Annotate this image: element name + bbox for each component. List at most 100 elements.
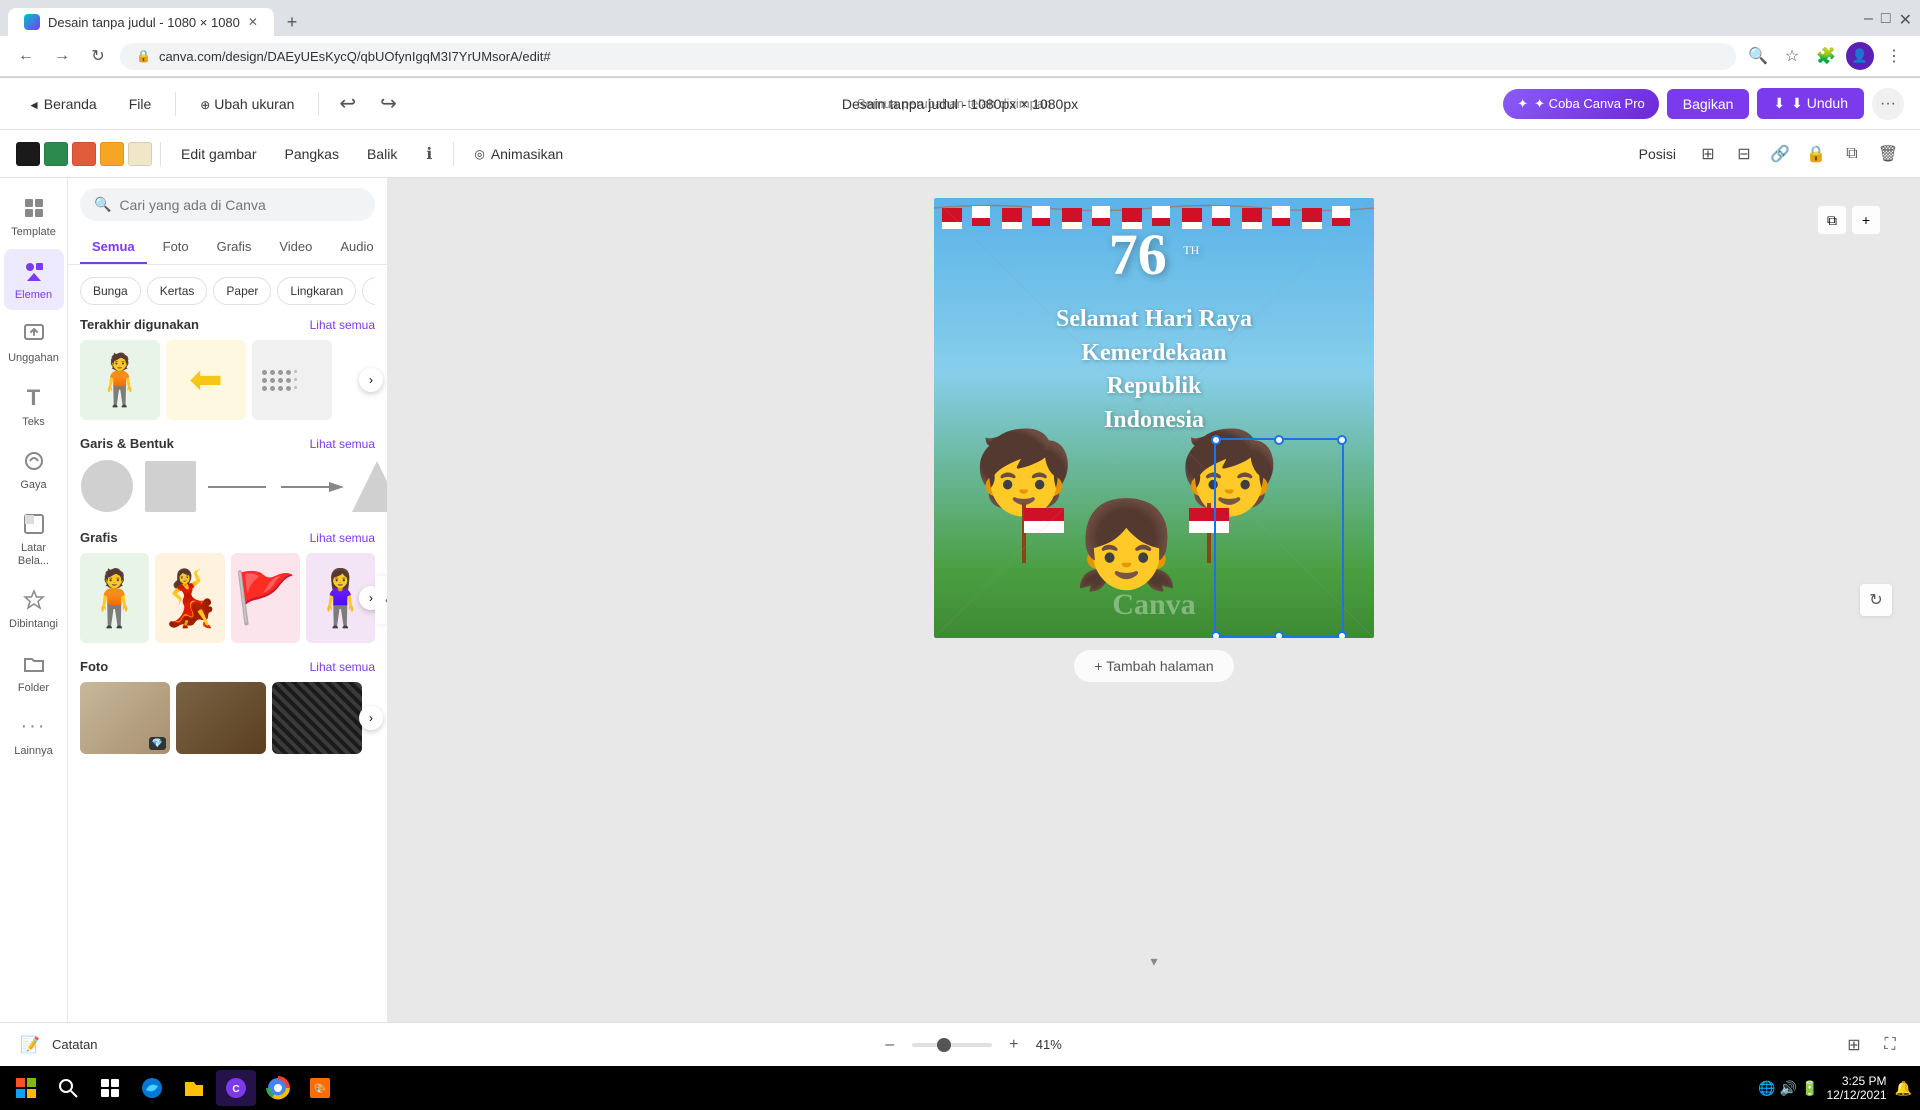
taskbar-edge-icon[interactable] bbox=[132, 1070, 172, 1106]
catatan-label[interactable]: Catatan bbox=[52, 1037, 98, 1052]
active-tab[interactable]: Desain tanpa judul - 1080 × 1080 ✕ bbox=[8, 8, 274, 36]
more-options-button[interactable]: ··· bbox=[1872, 88, 1904, 120]
unduh-button[interactable]: ⬇ ⬇ Unduh bbox=[1757, 88, 1864, 119]
shape-line[interactable] bbox=[206, 477, 271, 497]
posisi-button[interactable]: Posisi bbox=[1627, 140, 1688, 168]
foto-item-2[interactable] bbox=[176, 682, 266, 754]
search-nav-icon[interactable]: 🔍 bbox=[1744, 42, 1772, 70]
panel-collapse-button[interactable]: ‹ bbox=[375, 576, 388, 624]
edit-gambar-button[interactable]: Edit gambar bbox=[169, 140, 268, 168]
fullscreen-button[interactable]: ⛶ bbox=[1876, 1031, 1904, 1059]
color-swatch-orange[interactable] bbox=[72, 142, 96, 166]
shape-circle[interactable] bbox=[80, 459, 135, 514]
right-rotate-icon[interactable]: ↻ bbox=[1860, 584, 1892, 616]
tab-foto[interactable]: Foto bbox=[151, 231, 201, 264]
recent-item-2[interactable]: ⬅ bbox=[166, 340, 246, 420]
tab-grafis[interactable]: Grafis bbox=[205, 231, 264, 264]
coba-pro-button[interactable]: ✦ ✦ Coba Canva Pro bbox=[1503, 89, 1659, 119]
align-button[interactable]: ⊞ bbox=[1692, 138, 1724, 170]
foto-link[interactable]: Lihat semua bbox=[310, 660, 375, 674]
animasikan-button[interactable]: ◎ Animasikan bbox=[462, 140, 575, 168]
chip-kertas[interactable]: Kertas bbox=[147, 277, 208, 305]
minimize-button[interactable]: – bbox=[1864, 10, 1873, 30]
grid-button[interactable]: ⊟ bbox=[1728, 138, 1760, 170]
new-tab-button[interactable]: + bbox=[278, 8, 306, 36]
copy-button[interactable]: ⧉ bbox=[1836, 138, 1868, 170]
sidebar-item-lainnya[interactable]: ··· Lainnya bbox=[4, 705, 64, 766]
shape-triangle[interactable] bbox=[352, 459, 387, 514]
chip-lingkaran[interactable]: Lingkaran bbox=[277, 277, 356, 305]
taskbar-time[interactable]: 3:25 PM 12/12/2021 bbox=[1827, 1074, 1887, 1102]
forward-button[interactable]: → bbox=[48, 42, 76, 70]
add-page-button[interactable]: + Tambah halaman bbox=[1074, 650, 1233, 682]
notes-icon[interactable]: 📝 bbox=[16, 1031, 44, 1059]
tab-semua[interactable]: Semua bbox=[80, 231, 147, 264]
tab-audio[interactable]: Audio bbox=[328, 231, 385, 264]
recently-used-link[interactable]: Lihat semua bbox=[310, 318, 375, 332]
close-button[interactable]: ✕ bbox=[1899, 10, 1912, 30]
shapes-link[interactable]: Lihat semua bbox=[310, 437, 375, 451]
zoom-slider[interactable] bbox=[912, 1043, 992, 1047]
taskbar-widgets-icon[interactable] bbox=[90, 1070, 130, 1106]
undo-button[interactable]: ↩ bbox=[331, 87, 364, 120]
sidebar-item-latar[interactable]: Latar Bela... bbox=[4, 502, 64, 576]
shape-square[interactable] bbox=[143, 459, 198, 514]
taskbar-paint-icon[interactable]: 🎨 bbox=[300, 1070, 340, 1106]
foto-item-3[interactable] bbox=[272, 682, 362, 754]
search-input[interactable] bbox=[119, 197, 361, 213]
recent-item-3[interactable] bbox=[252, 340, 332, 420]
redo-button[interactable]: ↪ bbox=[372, 87, 405, 120]
address-bar[interactable]: 🔒 canva.com/design/DAEyUEsKycQ/qbUOfynIg… bbox=[120, 43, 1736, 70]
chip-bunga[interactable]: Bunga bbox=[80, 277, 141, 305]
sidebar-item-teks[interactable]: T Teks bbox=[4, 376, 64, 437]
pages-icon[interactable]: ⊞ bbox=[1840, 1031, 1868, 1059]
start-button[interactable] bbox=[8, 1070, 44, 1106]
browser-menu-icon[interactable]: ⋮ bbox=[1880, 42, 1908, 70]
color-swatch-black[interactable] bbox=[16, 142, 40, 166]
color-swatch-cream[interactable] bbox=[128, 142, 152, 166]
chip-paper[interactable]: Paper bbox=[213, 277, 271, 305]
delete-button[interactable]: 🗑 bbox=[1872, 138, 1904, 170]
copy-page-button[interactable]: ⧉ bbox=[1818, 206, 1846, 234]
search-box[interactable]: 🔍 bbox=[80, 188, 375, 221]
link-button[interactable]: 🔗 bbox=[1764, 138, 1796, 170]
taskbar-network-icon[interactable]: 🌐 bbox=[1758, 1080, 1775, 1097]
info-button[interactable]: ℹ bbox=[413, 138, 445, 170]
grafis-link[interactable]: Lihat semua bbox=[310, 531, 375, 545]
grafis-item-3[interactable]: 🚩 bbox=[231, 553, 300, 643]
sidebar-item-template[interactable]: Template bbox=[4, 186, 64, 247]
sidebar-item-folder[interactable]: Folder bbox=[4, 642, 64, 703]
profile-icon[interactable]: 👤 bbox=[1846, 42, 1874, 70]
shape-arrow[interactable] bbox=[279, 477, 344, 497]
taskbar-battery-icon[interactable]: 🔋 bbox=[1801, 1080, 1818, 1097]
extensions-icon[interactable]: 🧩 bbox=[1812, 42, 1840, 70]
maximize-button[interactable]: □ bbox=[1881, 10, 1891, 30]
sidebar-item-unggahan[interactable]: Unggahan bbox=[4, 312, 64, 373]
design-canvas[interactable]: 76 TH Selamat Hari Raya Kemerdekaan Repu… bbox=[934, 198, 1374, 638]
zoom-in-button[interactable]: + bbox=[1000, 1031, 1028, 1059]
taskbar-volume-icon[interactable]: 🔊 bbox=[1780, 1080, 1797, 1097]
add-element-button[interactable]: + bbox=[1852, 206, 1880, 234]
refresh-button[interactable]: ↻ bbox=[84, 42, 112, 70]
taskbar-files-icon[interactable] bbox=[174, 1070, 214, 1106]
recent-next-button[interactable]: › bbox=[359, 368, 383, 392]
tab-close-button[interactable]: ✕ bbox=[248, 15, 258, 29]
foto-item-1[interactable]: 💎 bbox=[80, 682, 170, 754]
zoom-percentage[interactable]: 41% bbox=[1036, 1037, 1062, 1052]
bagikan-button[interactable]: Bagikan bbox=[1667, 89, 1750, 119]
sidebar-item-elemen[interactable]: Elemen bbox=[4, 249, 64, 310]
lock-button[interactable]: 🔒 bbox=[1800, 138, 1832, 170]
tab-video[interactable]: Video bbox=[267, 231, 324, 264]
canvas-area[interactable]: ⧉ + bbox=[388, 178, 1920, 1022]
color-swatch-yellow[interactable] bbox=[100, 142, 124, 166]
color-swatch-green[interactable] bbox=[44, 142, 68, 166]
beranda-nav[interactable]: ◄ Beranda bbox=[16, 90, 109, 118]
ubah-ukuran-nav[interactable]: ⊕ Ubah ukuran bbox=[188, 90, 306, 118]
foto-next-button[interactable]: › bbox=[359, 706, 383, 730]
sidebar-item-dibintangi[interactable]: Dibintangi bbox=[4, 578, 64, 639]
balik-button[interactable]: Balik bbox=[355, 140, 409, 168]
taskbar-canva-icon[interactable]: C bbox=[216, 1070, 256, 1106]
taskbar-chrome-icon[interactable] bbox=[258, 1070, 298, 1106]
recent-item-1[interactable]: 🧍 bbox=[80, 340, 160, 420]
zoom-out-button[interactable]: – bbox=[876, 1031, 904, 1059]
